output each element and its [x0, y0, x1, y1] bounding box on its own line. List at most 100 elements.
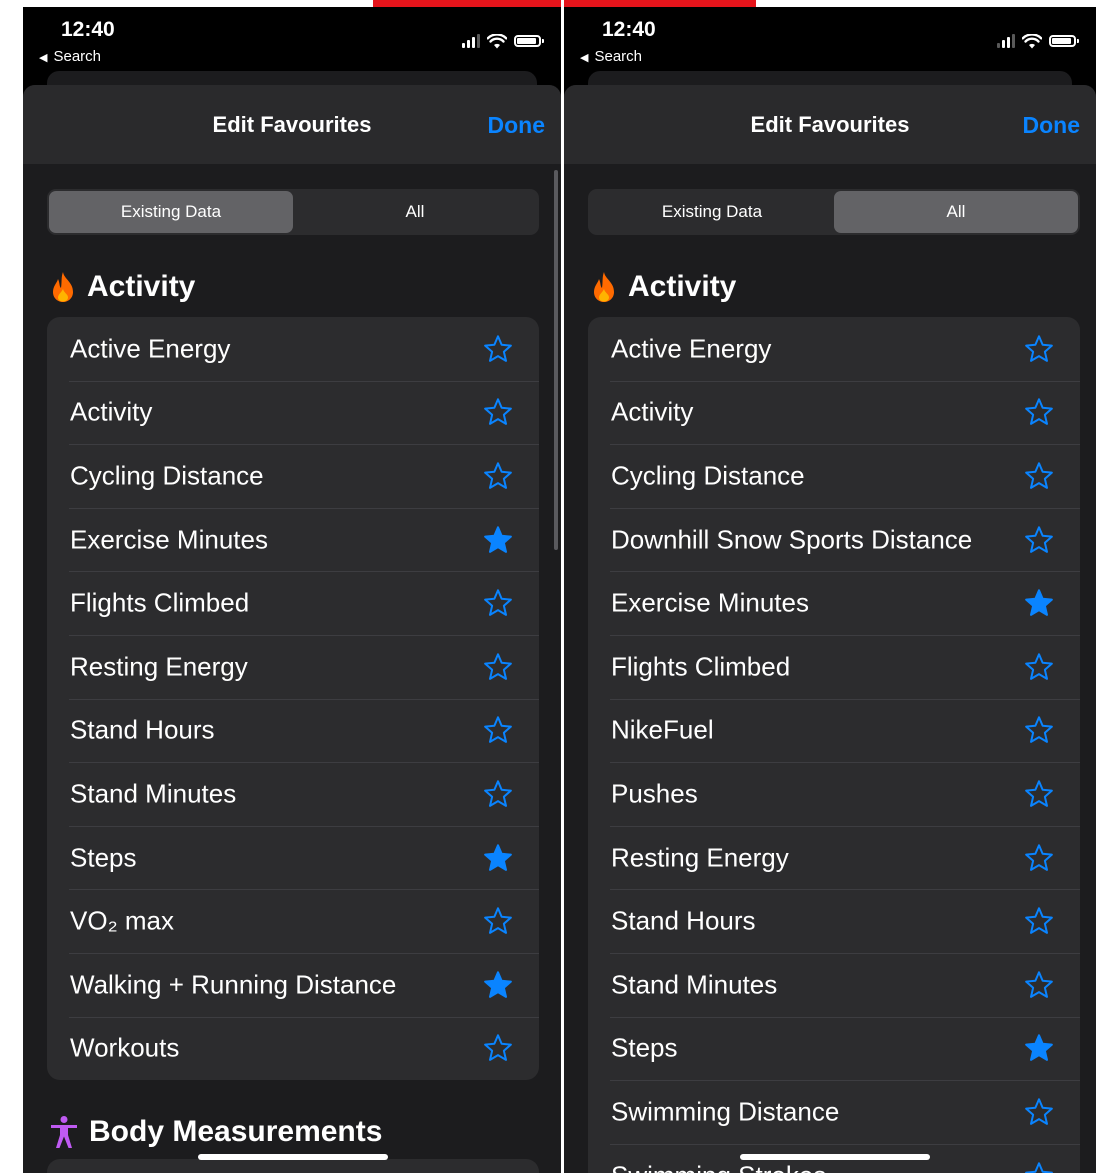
back-to-search[interactable]: ◀ Search [580, 48, 642, 65]
list-item[interactable]: Resting Energy [47, 634, 539, 699]
list-item[interactable]: Workouts [47, 1016, 539, 1081]
list-item-label: Stand Minutes [611, 969, 778, 1000]
star-filled-icon[interactable] [483, 970, 513, 1000]
star-outline-icon[interactable] [1024, 1161, 1054, 1173]
star-outline-icon[interactable] [1024, 715, 1054, 745]
list-item[interactable]: Downhill Snow Sports Distance [588, 507, 1080, 572]
list-item[interactable]: Resting Energy [588, 825, 1080, 890]
list-item[interactable]: Stand Minutes [47, 762, 539, 826]
activity-list: Active Energy Activity Cycling Distance Dow… [588, 317, 1080, 1173]
status-icons [997, 31, 1079, 51]
section-header-activity: Activity [49, 270, 195, 304]
list-item-label: Activity [70, 396, 153, 427]
list-item-label: VO₂ max [70, 905, 174, 936]
body-measurements-list [47, 1159, 539, 1173]
list-item-label: Cycling Distance [611, 460, 805, 491]
list-item[interactable]: Exercise Minutes [47, 507, 539, 572]
nav-title: Edit Favourites [212, 112, 372, 137]
star-outline-icon[interactable] [1024, 906, 1054, 936]
list-item[interactable]: Walking + Running Distance [47, 952, 539, 1017]
battery-icon [1049, 35, 1079, 47]
list-item[interactable]: VO₂ max [47, 889, 539, 953]
right-screenshot: 12:40 ◀ Search Edit Favourites Done Exist… [564, 7, 1096, 1173]
list-item-label: Exercise Minutes [611, 587, 809, 618]
list-item[interactable]: Exercise Minutes [588, 571, 1080, 635]
wifi-icon [1022, 33, 1042, 48]
list-item[interactable]: Steps [47, 825, 539, 890]
star-outline-icon[interactable] [1024, 461, 1054, 491]
list-item[interactable]: Stand Hours [588, 889, 1080, 953]
section-header-activity: Activity [590, 270, 736, 304]
star-outline-icon[interactable] [483, 461, 513, 491]
star-outline-icon[interactable] [483, 906, 513, 936]
list-item[interactable]: Active Energy [588, 317, 1080, 381]
list-item-label: Flights Climbed [611, 651, 791, 682]
cellular-signal-icon [997, 34, 1015, 48]
list-item-label: Activity [611, 396, 694, 427]
star-outline-icon[interactable] [483, 652, 513, 682]
back-to-search[interactable]: ◀ Search [39, 48, 101, 65]
list-item[interactable]: Cycling Distance [47, 444, 539, 508]
left-screenshot: 12:40 ◀ Search Edit Favourites Done Exist… [23, 7, 561, 1173]
cellular-signal-icon [462, 34, 480, 48]
list-item-label: Steps [70, 842, 137, 873]
done-button[interactable]: Done [488, 112, 546, 139]
section-title: Activity [87, 270, 196, 303]
list-item[interactable]: Activity [588, 380, 1080, 445]
star-outline-icon[interactable] [483, 334, 513, 364]
home-indicator[interactable] [740, 1154, 930, 1160]
back-arrow-icon: ◀ [39, 52, 48, 64]
star-outline-icon[interactable] [1024, 1097, 1054, 1127]
star-outline-icon[interactable] [1024, 397, 1054, 427]
body-figure-icon [51, 1116, 77, 1148]
scroll-indicator[interactable] [554, 170, 558, 550]
section-title: Activity [628, 270, 737, 303]
star-filled-icon[interactable] [1024, 588, 1054, 618]
list-item-label: Stand Hours [611, 905, 756, 936]
star-filled-icon[interactable] [483, 525, 513, 555]
star-filled-icon[interactable] [483, 843, 513, 873]
star-outline-icon[interactable] [1024, 652, 1054, 682]
segmented-control: Existing Data All [588, 189, 1080, 235]
nav-bar: Edit Favourites Done [564, 85, 1096, 164]
list-item[interactable]: Pushes [588, 762, 1080, 826]
segment-existing-data[interactable]: Existing Data [49, 191, 293, 233]
list-item[interactable]: Active Energy [47, 317, 539, 381]
star-outline-icon[interactable] [483, 588, 513, 618]
star-outline-icon[interactable] [1024, 334, 1054, 364]
star-outline-icon[interactable] [483, 779, 513, 809]
segmented-control: Existing Data All [47, 189, 539, 235]
list-item[interactable]: Steps [588, 1016, 1080, 1081]
list-item[interactable]: Flights Climbed [47, 571, 539, 635]
list-item-label: Active Energy [611, 333, 772, 364]
list-item[interactable]: NikeFuel [588, 698, 1080, 763]
star-outline-icon[interactable] [483, 397, 513, 427]
star-outline-icon[interactable] [483, 715, 513, 745]
list-item[interactable]: Flights Climbed [588, 634, 1080, 699]
list-item-label: Swimming Distance [611, 1096, 840, 1127]
status-time: 12:40 [61, 18, 115, 41]
segment-existing-data[interactable]: Existing Data [590, 191, 834, 233]
list-item[interactable]: Stand Hours [47, 698, 539, 763]
activity-list: Active Energy Activity Cycling Distance Exe… [47, 317, 539, 1081]
list-item-label: Stand Hours [70, 714, 215, 745]
star-outline-icon[interactable] [1024, 779, 1054, 809]
edit-favourites-sheet: Edit Favourites Done Existing Data All A… [23, 85, 561, 1173]
segment-all[interactable]: All [293, 191, 537, 233]
star-outline-icon[interactable] [1024, 970, 1054, 1000]
list-item[interactable]: Swimming Distance [588, 1080, 1080, 1144]
segment-all[interactable]: All [834, 191, 1078, 233]
star-outline-icon[interactable] [1024, 843, 1054, 873]
list-item[interactable]: Activity [47, 380, 539, 445]
section-title: Body Measurements [89, 1115, 383, 1148]
wifi-icon [487, 33, 507, 48]
list-item[interactable]: Stand Minutes [588, 952, 1080, 1017]
star-outline-icon[interactable] [483, 1033, 513, 1063]
list-item-label: Pushes [611, 778, 698, 809]
home-indicator[interactable] [198, 1154, 388, 1160]
star-outline-icon[interactable] [1024, 525, 1054, 555]
list-item-label: Exercise Minutes [70, 524, 268, 555]
star-filled-icon[interactable] [1024, 1033, 1054, 1063]
list-item[interactable]: Cycling Distance [588, 444, 1080, 508]
done-button[interactable]: Done [1023, 112, 1081, 139]
